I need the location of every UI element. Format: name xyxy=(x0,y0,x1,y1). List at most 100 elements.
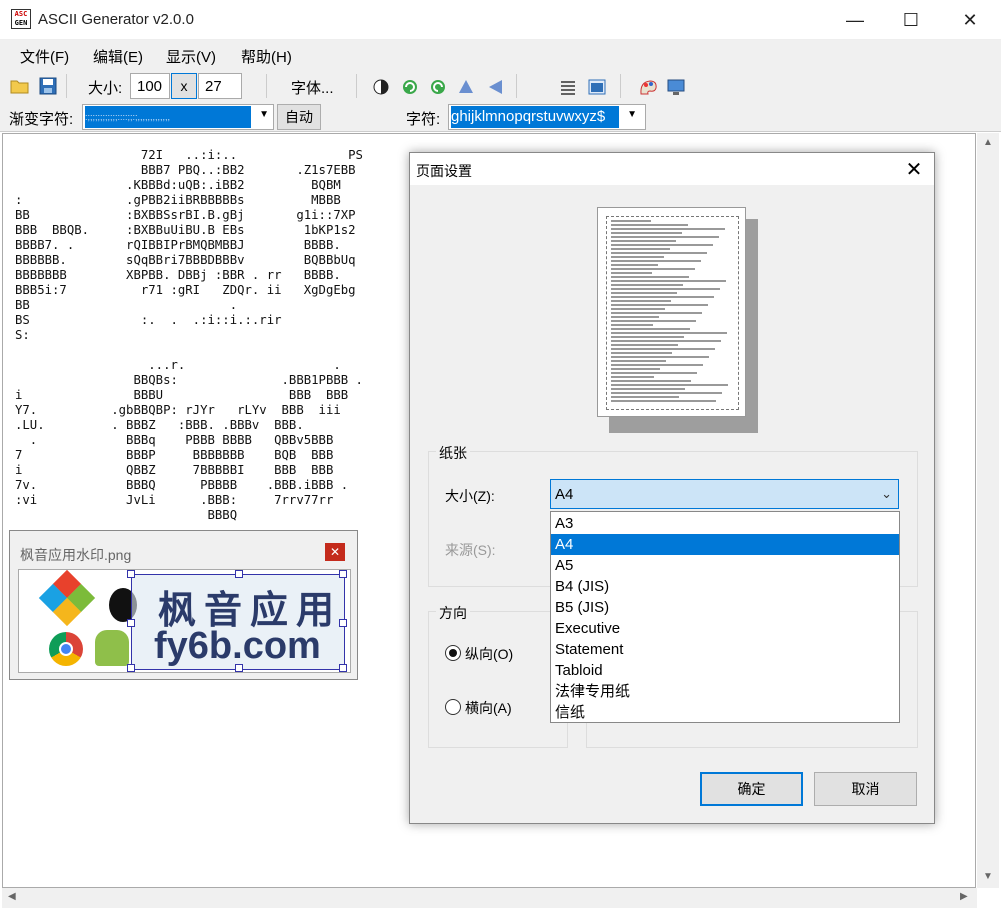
landscape-radio[interactable] xyxy=(445,699,461,715)
font-button[interactable]: 字体... xyxy=(291,77,334,98)
resize-handle[interactable] xyxy=(127,619,135,627)
chars-select[interactable]: ghijklmnopqrstuvwxyz$ ▼ xyxy=(448,104,646,130)
resize-handle[interactable] xyxy=(339,664,347,672)
landscape-label[interactable]: 横向(A) xyxy=(465,698,512,718)
resize-handle[interactable] xyxy=(127,570,135,578)
paper-size-option[interactable]: Executive xyxy=(551,618,899,639)
resize-handle[interactable] xyxy=(127,664,135,672)
size-field-label: 大小(Z): xyxy=(445,488,495,504)
scroll-up-icon[interactable]: ▲ xyxy=(983,137,993,148)
open-folder-icon[interactable] xyxy=(9,75,31,97)
menu-help[interactable]: 帮助(H) xyxy=(241,46,292,67)
gradient-select[interactable]: :;;;;;;;;;;;;::::;;:;,,,,,,,,,,,,, ▼ xyxy=(82,104,274,130)
flip-vertical-icon[interactable] xyxy=(455,76,477,98)
preview-text-line xyxy=(611,348,715,350)
horizontal-scrollbar[interactable]: ◀ ▶ xyxy=(2,888,977,908)
width-input[interactable]: 100 xyxy=(130,73,170,99)
character-toolbar: 渐变字符: :;;;;;;;;;;;;::::;;:;,,,,,,,,,,,,,… xyxy=(0,102,1001,132)
image-canvas[interactable]: 枫音应用 fy6b.com xyxy=(18,569,351,673)
paper-size-option[interactable]: B5 (JIS) xyxy=(551,597,899,618)
ascii-line: Y7. .gbBBQBP: rJYr rLYv BBB iii xyxy=(15,403,341,417)
save-icon[interactable] xyxy=(37,75,59,97)
ascii-text: 72I ..:i:.. PS BBB7 PBQ..:BB2 .Z1s7EBB .… xyxy=(15,148,363,523)
preview-text-line xyxy=(611,280,726,282)
preview-text-line xyxy=(611,268,695,270)
preview-text-line xyxy=(611,368,660,370)
contrast-icon[interactable] xyxy=(370,76,392,98)
paper-size-option[interactable]: A5 xyxy=(551,555,899,576)
preview-text-line xyxy=(611,312,702,314)
rotate-left-icon[interactable] xyxy=(399,76,421,98)
ok-button[interactable]: 确定 xyxy=(700,772,803,806)
paper-size-option[interactable]: A3 xyxy=(551,513,899,534)
vertical-scrollbar[interactable]: ▲ ▼ xyxy=(977,133,999,888)
preview-text-line xyxy=(611,396,679,398)
preview-text-line xyxy=(611,356,709,358)
paper-size-option[interactable]: B4 (JIS) xyxy=(551,576,899,597)
menu-edit[interactable]: 编辑(E) xyxy=(93,46,143,67)
window-title: ASCII Generator v2.0.0 xyxy=(38,11,194,28)
paper-size-option[interactable]: A4 xyxy=(551,534,899,555)
dialog-close-button[interactable]: ✕ xyxy=(902,157,926,181)
paper-size-option[interactable]: 信纸 xyxy=(551,702,899,723)
chars-value: ghijklmnopqrstuvwxyz$ xyxy=(451,106,619,128)
maximize-button[interactable]: ☐ xyxy=(882,0,940,40)
preview-text-line xyxy=(611,376,654,378)
menu-view[interactable]: 显示(V) xyxy=(166,46,216,67)
paper-size-select[interactable]: A4 ⌄ xyxy=(550,479,899,509)
paper-size-option[interactable]: Statement xyxy=(551,639,899,660)
scroll-right-icon[interactable]: ▶ xyxy=(960,891,968,902)
preview-text-line xyxy=(611,272,652,274)
ascii-line: 7 BBBP BBBBBBB BQB BBB xyxy=(15,448,334,462)
paper-size-option[interactable]: 法律专用纸 xyxy=(551,681,899,702)
menu-file[interactable]: 文件(F) xyxy=(20,46,69,67)
minimize-button[interactable]: — xyxy=(826,0,884,40)
ascii-line xyxy=(15,343,363,358)
preview-text-line xyxy=(611,296,714,298)
paper-size-option[interactable]: Tabloid xyxy=(551,660,899,681)
paper-size-dropdown[interactable]: A3 A4 A5 B4 (JIS) B5 (JIS) Executive Statement… xyxy=(550,511,900,723)
preview-monitor-icon[interactable] xyxy=(665,76,687,98)
close-button[interactable]: ✕ xyxy=(941,0,999,40)
page-preview-margin xyxy=(606,216,739,410)
ascii-line: :vi JvLi .BBB: 7rrv77rr xyxy=(15,493,334,507)
preview-text-line xyxy=(611,248,670,250)
portrait-label[interactable]: 纵向(O) xyxy=(465,644,513,664)
image-window-close-button[interactable]: ✕ xyxy=(325,543,345,561)
resize-handle[interactable] xyxy=(339,570,347,578)
color-palette-icon[interactable] xyxy=(637,76,659,98)
preview-text-line xyxy=(611,360,666,362)
cancel-button[interactable]: 取消 xyxy=(814,772,917,806)
preview-text-line xyxy=(611,316,659,318)
text-view-icon[interactable] xyxy=(557,76,579,98)
auto-button[interactable]: 自动 xyxy=(277,104,321,130)
gradient-value: :;;;;;;;;;;;;::::;;:;,,,,,,,,,,,,, xyxy=(85,106,251,128)
source-field-label: 来源(S): xyxy=(445,542,496,558)
preview-text-line xyxy=(611,260,701,262)
size-x-button[interactable]: x xyxy=(171,73,197,99)
height-input[interactable]: 27 xyxy=(198,73,242,99)
ascii-line: . BBBq PBBB BBBB QBBv5BBB xyxy=(15,433,334,447)
image-window[interactable]: 枫音应用水印.png ✕ 枫音应用 fy6b.com xyxy=(9,530,358,680)
flip-horizontal-icon[interactable] xyxy=(485,76,507,98)
preview-text-line xyxy=(611,236,719,238)
scroll-left-icon[interactable]: ◀ xyxy=(8,891,16,902)
ascii-line: BS :. . .:i::i.:.rir xyxy=(15,313,282,327)
scroll-down-icon[interactable]: ▼ xyxy=(983,871,993,882)
preview-text-line xyxy=(611,244,713,246)
image-view-icon[interactable] xyxy=(586,76,608,98)
menu-bar: 文件(F) 编辑(E) 显示(V) 帮助(H) xyxy=(0,40,1001,70)
resize-handle[interactable] xyxy=(235,570,243,578)
size-label: 大小: xyxy=(88,80,123,97)
ascii-line: BBBBBBB XBPBB. DBBj :BBR . rr BBBB. xyxy=(15,268,341,282)
portrait-radio[interactable] xyxy=(445,645,461,661)
watermark-selection[interactable]: 枫音应用 fy6b.com xyxy=(127,570,347,672)
resize-handle[interactable] xyxy=(235,664,243,672)
rotate-right-icon[interactable] xyxy=(427,76,449,98)
ascii-line: S: xyxy=(15,328,30,342)
resize-handle[interactable] xyxy=(339,619,347,627)
page-preview xyxy=(597,207,746,417)
ascii-line: BBB7 PBQ..:BB2 .Z1s7EBB xyxy=(15,163,356,177)
preview-text-line xyxy=(611,332,727,334)
ascii-line: BBB BBQB. :BXBBuUiBU.B EBs 1bKP1s2 xyxy=(15,223,356,237)
